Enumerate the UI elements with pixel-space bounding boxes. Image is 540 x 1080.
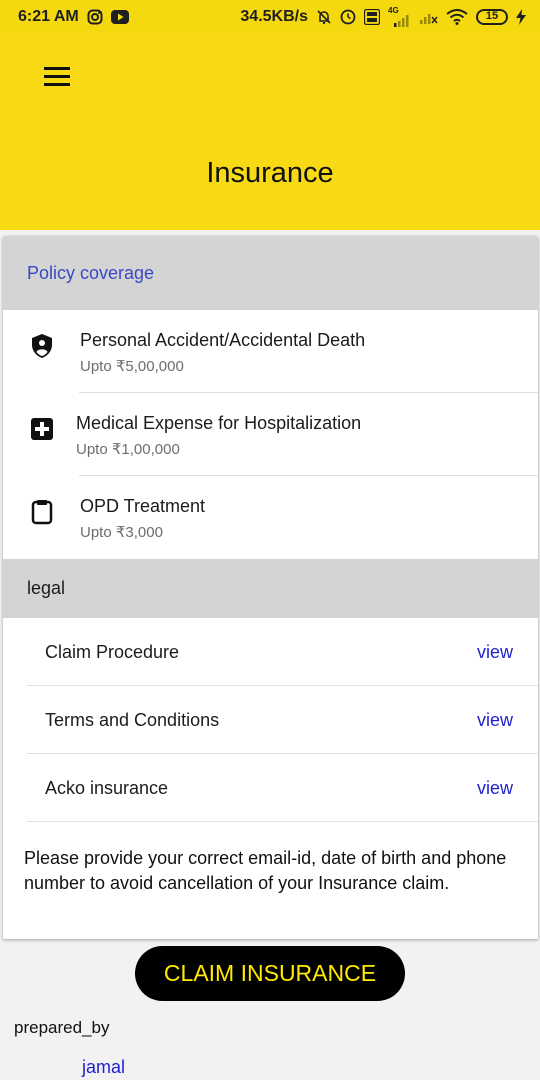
status-left: 6:21 AM bbox=[18, 8, 129, 26]
clock-icon bbox=[340, 9, 356, 25]
view-terms-link[interactable]: view bbox=[477, 710, 513, 731]
medical-plus-icon bbox=[28, 415, 56, 443]
view-claim-procedure-link[interactable]: view bbox=[477, 642, 513, 663]
coverage-title: Personal Accident/Accidental Death bbox=[80, 330, 366, 350]
app-header: Insurance bbox=[0, 33, 540, 230]
status-right: 34.5KB/s 4G 15 bbox=[240, 5, 526, 27]
shield-person-icon bbox=[28, 332, 56, 360]
legal-label: Terms and Conditions bbox=[45, 709, 220, 730]
wifi-icon bbox=[446, 8, 468, 25]
battery-icon: 15 bbox=[476, 8, 508, 25]
coverage-item-hospitalization: Medical Expense for Hospitalization Upto… bbox=[3, 393, 538, 476]
coverage-title: Medical Expense for Hospitalization bbox=[76, 413, 362, 433]
claim-insurance-button[interactable]: CLAIM INSURANCE bbox=[135, 946, 405, 1001]
coverage-amount: Upto ₹3,000 bbox=[80, 524, 163, 541]
instagram-icon bbox=[87, 9, 103, 25]
clipboard-icon bbox=[28, 498, 56, 526]
youtube-icon bbox=[110, 9, 129, 24]
network-type: 4G bbox=[388, 5, 399, 15]
prepared-by-label: prepared_by bbox=[14, 1018, 110, 1037]
legal-row-acko: Acko insurance view bbox=[3, 754, 538, 822]
notice-text: Please provide your correct email-id, da… bbox=[24, 848, 507, 893]
charging-icon bbox=[516, 8, 526, 25]
hamburger-menu-icon[interactable] bbox=[44, 61, 78, 91]
legal-label: Acko insurance bbox=[45, 777, 169, 798]
signal-weak-icon bbox=[418, 10, 438, 24]
insurance-card: Policy coverage Personal Accident/Accide… bbox=[3, 236, 538, 939]
legal-row-claim-procedure: Claim Procedure view bbox=[3, 618, 538, 686]
divider bbox=[27, 821, 538, 822]
alarm-off-icon bbox=[316, 9, 332, 25]
coverage-amount: Upto ₹5,00,000 bbox=[80, 358, 184, 375]
page-title: Insurance bbox=[206, 157, 334, 189]
status-time: 6:21 AM bbox=[18, 7, 79, 25]
battery-level: 15 bbox=[485, 10, 499, 22]
legal-header: legal bbox=[3, 559, 538, 618]
network-speed: 34.5KB/s bbox=[240, 7, 308, 25]
coverage-item-accident: Personal Accident/Accidental Death Upto … bbox=[3, 310, 538, 393]
coverage-amount: Upto ₹1,00,000 bbox=[76, 441, 180, 458]
coverage-item-opd: OPD Treatment Upto ₹3,000 bbox=[3, 476, 538, 559]
author-link[interactable]: jamal bbox=[82, 1057, 125, 1078]
status-bar: 6:21 AM 34.5KB/s 4G 15 bbox=[0, 0, 540, 33]
coverage-title: OPD Treatment bbox=[80, 496, 206, 516]
policy-coverage-header: Policy coverage bbox=[3, 236, 538, 310]
signal-icon: 4G bbox=[388, 5, 410, 27]
volte-icon bbox=[364, 8, 380, 25]
legal-label: Claim Procedure bbox=[45, 641, 180, 662]
legal-row-terms: Terms and Conditions view bbox=[3, 686, 538, 754]
view-acko-link[interactable]: view bbox=[477, 778, 513, 799]
